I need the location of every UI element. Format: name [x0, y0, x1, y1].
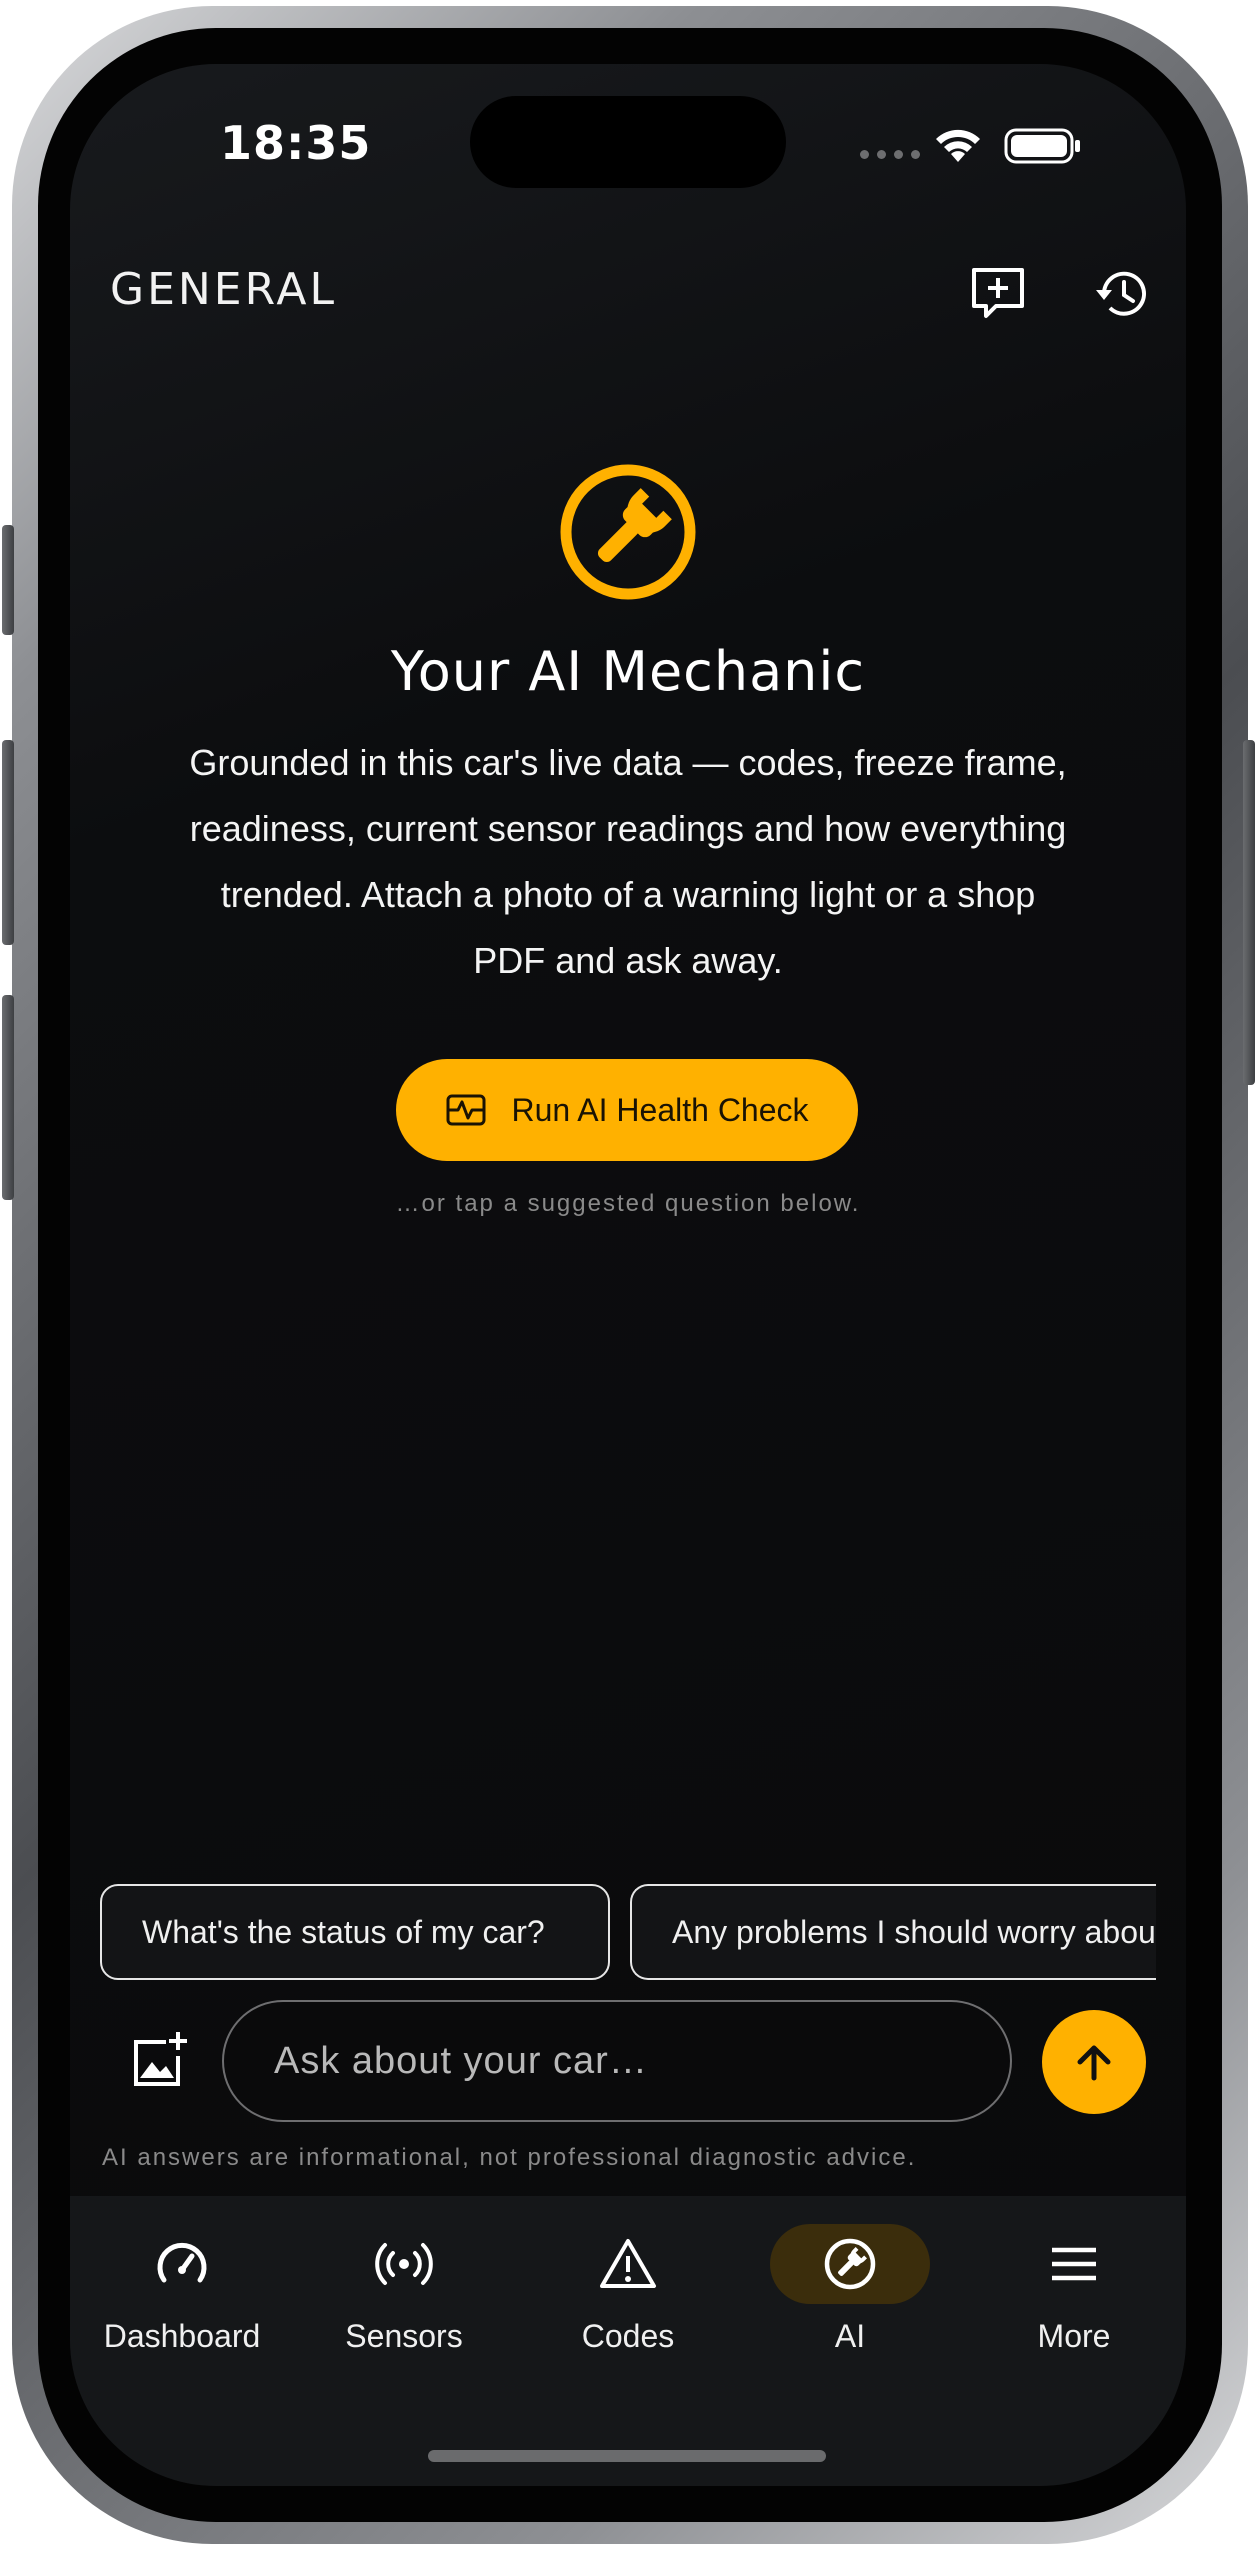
gauge-icon — [157, 2242, 207, 2283]
nav-sensors-icon-wrap — [324, 2224, 484, 2304]
send-button[interactable] — [1042, 2010, 1146, 2114]
status-time: 18:35 — [220, 116, 372, 170]
warning-icon — [600, 2239, 656, 2288]
brand-title: GENERAL — [110, 264, 338, 315]
suggestion-chip[interactable]: Any problems I should worry about? — [630, 1884, 1156, 1980]
broadcast-icon — [375, 2243, 433, 2285]
nav-codes-label: Codes — [581, 2318, 675, 2354]
suggestion-chips: What's the status of my car? Any problem… — [100, 1884, 1156, 1984]
attach-photo-button[interactable] — [126, 2028, 192, 2094]
nav-dashboard[interactable]: Dashboard — [82, 2224, 282, 2374]
nav-ai-active-pill — [770, 2224, 930, 2304]
history-icon — [1096, 271, 1146, 316]
run-health-check-label: Run AI Health Check — [511, 1091, 809, 1128]
new-chat-button[interactable] — [962, 258, 1034, 330]
wifi-icon — [936, 129, 980, 162]
bottom-navigation: Dashboard Sensors Codes AI More — [70, 2196, 1186, 2486]
nav-ai[interactable]: AI — [750, 2224, 950, 2374]
health-check-icon — [446, 1094, 486, 1126]
nav-sensors-label: Sensors — [345, 2318, 463, 2354]
wrench-icon — [824, 2238, 876, 2290]
ai-disclaimer: AI answers are informational, not profes… — [102, 2144, 917, 2171]
new-chat-icon — [972, 268, 1024, 318]
arrow-up-icon — [1077, 2045, 1111, 2081]
history-button[interactable] — [1086, 258, 1158, 330]
nav-codes-icon-wrap — [548, 2224, 708, 2304]
battery-icon — [1004, 128, 1080, 164]
nav-more-icon-wrap — [994, 2224, 1154, 2304]
nav-codes[interactable]: Codes — [528, 2224, 728, 2374]
add-photo-icon — [134, 2032, 187, 2086]
run-health-check-button[interactable]: Run AI Health Check — [396, 1059, 858, 1161]
suggestion-chip[interactable]: What's the status of my car? — [100, 1884, 610, 1980]
nav-dashboard-icon-wrap — [102, 2224, 262, 2304]
menu-icon — [1052, 2247, 1096, 2281]
dynamic-island — [470, 96, 786, 188]
suggestion-hint: …or tap a suggested question below. — [395, 1190, 861, 1217]
hero-description: Grounded in this car's live data — codes… — [189, 742, 1067, 981]
nav-more-label: More — [1037, 2318, 1111, 2354]
signal-dots-icon — [860, 150, 920, 159]
wrench-icon — [560, 464, 696, 600]
nav-sensors[interactable]: Sensors — [304, 2224, 504, 2374]
nav-ai-label: AI — [834, 2318, 866, 2354]
nav-more[interactable]: More — [974, 2224, 1174, 2374]
app-screen: 18:35 GENERAL Your AI Mechanic Grounded … — [70, 64, 1186, 2486]
chat-input[interactable] — [222, 2000, 1012, 2122]
nav-dashboard-label: Dashboard — [103, 2318, 261, 2354]
home-indicator[interactable] — [428, 2450, 826, 2462]
hero-title: Your AI Mechanic — [390, 640, 866, 703]
